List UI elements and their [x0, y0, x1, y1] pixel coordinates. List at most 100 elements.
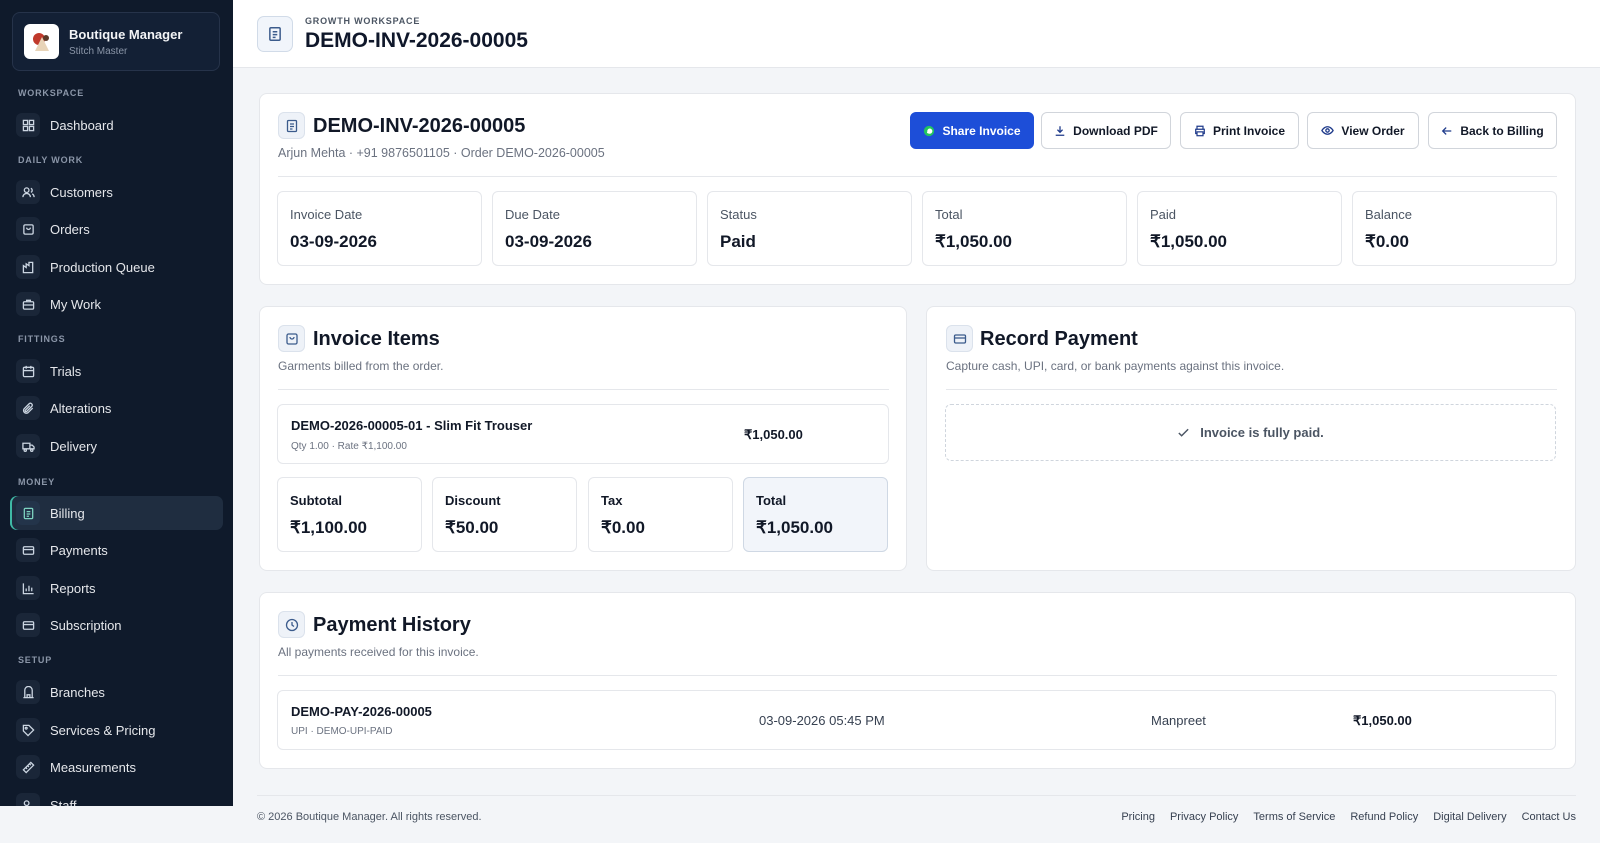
sidebar-item-label: Subscription: [50, 617, 122, 633]
footer-copyright: © 2026 Boutique Manager. All rights rese…: [257, 811, 482, 823]
sidebar-item-billing[interactable]: Billing: [10, 496, 223, 530]
stat-label: Balance: [1365, 207, 1412, 222]
stat-value: 03-09-2026: [505, 232, 592, 251]
sidebar-item-reports[interactable]: Reports: [10, 571, 223, 605]
sidebar-item-customers[interactable]: Customers: [10, 175, 223, 209]
card-icon: [946, 325, 973, 352]
brand-subtitle: Stitch Master: [69, 45, 128, 57]
bag-icon: [16, 217, 40, 241]
stat-invoice-date: Invoice Date 03-09-2026: [277, 191, 482, 266]
stat-value: 03-09-2026: [290, 232, 377, 251]
stat-balance: Balance ₹0.00: [1352, 191, 1557, 266]
summary-value: ₹1,050.00: [756, 518, 833, 537]
footer-link-refund-policy[interactable]: Refund Policy: [1350, 811, 1418, 823]
sidebar-item-staff[interactable]: Staff: [10, 788, 223, 806]
summary-label: Total: [756, 493, 787, 508]
users-icon: [16, 793, 40, 806]
footer-links: Pricing Privacy Policy Terms of Service …: [1121, 811, 1576, 823]
ruler-icon: [16, 755, 40, 779]
back-to-billing-label: Back to Billing: [1460, 123, 1544, 138]
stat-value: Paid: [720, 232, 756, 251]
sidebar-item-delivery[interactable]: Delivery: [10, 429, 223, 463]
share-invoice-button[interactable]: Share Invoice: [910, 112, 1034, 149]
fully-paid-notice: Invoice is fully paid.: [945, 404, 1556, 461]
payment-id: DEMO-PAY-2026-00005: [291, 704, 432, 719]
brand-title: Boutique Manager: [69, 26, 183, 42]
users-icon: [16, 180, 40, 204]
summary-discount: Discount ₹50.00: [432, 477, 577, 552]
table-row: DEMO-PAY-2026-00005 UPI · DEMO-UPI-PAID …: [277, 690, 1556, 750]
truck-icon: [16, 434, 40, 458]
sidebar-item-label: Trials: [50, 363, 82, 379]
footer-link-terms-of-service[interactable]: Terms of Service: [1253, 811, 1335, 823]
sidebar-item-branches[interactable]: Branches: [10, 675, 223, 709]
summary-subtotal: Subtotal ₹1,100.00: [277, 477, 422, 552]
back-to-billing-button[interactable]: Back to Billing: [1428, 112, 1557, 149]
download-pdf-label: Download PDF: [1073, 123, 1158, 138]
sidebar-item-trials[interactable]: Trials: [10, 354, 223, 388]
summary-value: ₹0.00: [601, 518, 645, 537]
sidebar-item-label: Payments: [50, 542, 108, 558]
stat-label: Invoice Date: [290, 207, 363, 222]
summary-label: Discount: [445, 493, 501, 508]
stat-label: Total: [935, 207, 963, 222]
sidebar-item-subscription[interactable]: Subscription: [10, 608, 223, 642]
page-title: DEMO-INV-2026-00005: [305, 29, 528, 52]
summary-value: ₹50.00: [445, 518, 499, 537]
stat-label: Paid: [1150, 207, 1177, 222]
payment-amount: ₹1,050.00: [1353, 713, 1412, 728]
sidebar-item-label: Branches: [50, 684, 105, 700]
grid-icon: [16, 113, 40, 137]
sidebar-item-dashboard[interactable]: Dashboard: [10, 108, 223, 142]
sidebar-item-payments[interactable]: Payments: [10, 533, 223, 567]
invoice-items-title: Invoice Items: [313, 328, 440, 350]
sidebar-item-label: Alterations: [50, 400, 112, 416]
footer-link-digital-delivery[interactable]: Digital Delivery: [1433, 811, 1506, 823]
nav-section-fittings: FITTINGS: [18, 334, 66, 344]
card-icon: [16, 613, 40, 637]
download-pdf-button[interactable]: Download PDF: [1041, 112, 1171, 149]
sidebar-item-label: Services & Pricing: [50, 722, 156, 738]
stat-value: ₹1,050.00: [1150, 232, 1227, 251]
payment-received-by: Manpreet: [1151, 713, 1206, 728]
brand-card[interactable]: Boutique Manager Stitch Master: [12, 12, 220, 71]
stat-paid: Paid ₹1,050.00: [1137, 191, 1342, 266]
bag-icon: [278, 325, 305, 352]
brand-logo: [24, 24, 59, 59]
payment-date: 03-09-2026 05:45 PM: [759, 713, 885, 728]
factory-icon: [16, 255, 40, 279]
view-order-button[interactable]: View Order: [1307, 112, 1419, 149]
summary-total: Total ₹1,050.00: [743, 477, 888, 552]
print-invoice-label: Print Invoice: [1212, 123, 1286, 138]
stat-total: Total ₹1,050.00: [922, 191, 1127, 266]
summary-label: Tax: [601, 493, 623, 508]
nav-section-money: MONEY: [18, 477, 56, 487]
stat-value: ₹1,050.00: [935, 232, 1012, 251]
clock-icon: [278, 611, 305, 638]
sidebar-item-label: Customers: [50, 184, 113, 200]
sidebar-item-label: Dashboard: [50, 117, 114, 133]
sidebar-item-label: My Work: [50, 296, 102, 312]
stat-status: Status Paid: [707, 191, 912, 266]
footer-link-contact-us[interactable]: Contact Us: [1522, 811, 1576, 823]
building-icon: [16, 680, 40, 704]
view-order-label: View Order: [1341, 123, 1405, 138]
eye-icon: [1321, 126, 1335, 135]
item-amount: ₹1,050.00: [744, 427, 803, 442]
tag-icon: [16, 718, 40, 742]
sidebar-item-orders[interactable]: Orders: [10, 212, 223, 246]
footer-link-privacy-policy[interactable]: Privacy Policy: [1170, 811, 1238, 823]
bar-chart-icon: [16, 576, 40, 600]
sidebar-item-my-work[interactable]: My Work: [10, 287, 223, 321]
sidebar-item-label: Production Queue: [50, 259, 155, 275]
sidebar-item-measurements[interactable]: Measurements: [10, 750, 223, 784]
printer-icon: [1195, 125, 1205, 136]
sidebar-item-alterations[interactable]: Alterations: [10, 391, 223, 425]
sidebar-item-services-pricing[interactable]: Services & Pricing: [10, 713, 223, 747]
print-invoice-button[interactable]: Print Invoice: [1180, 112, 1299, 149]
stat-due-date: Due Date 03-09-2026: [492, 191, 697, 266]
workspace-label: GROWTH WORKSPACE: [305, 16, 421, 26]
nav-section-workspace: WORKSPACE: [18, 88, 85, 98]
sidebar-item-production-queue[interactable]: Production Queue: [10, 250, 223, 284]
footer-link-pricing[interactable]: Pricing: [1121, 811, 1155, 823]
